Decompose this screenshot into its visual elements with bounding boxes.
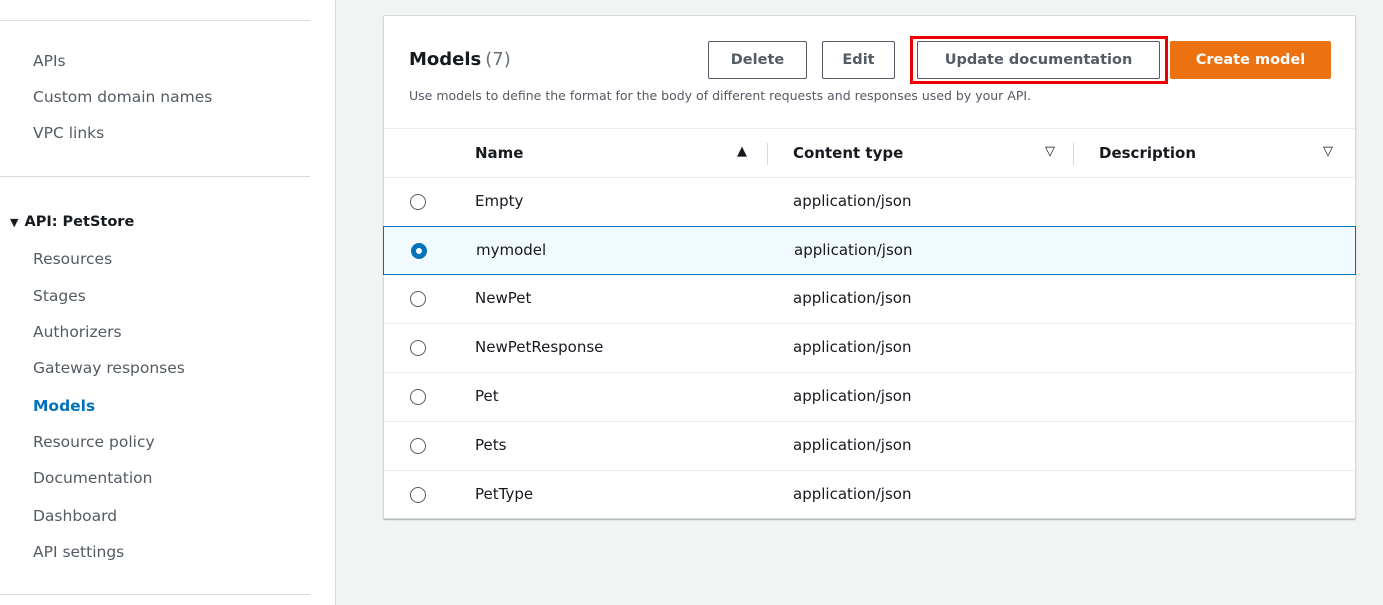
sidebar-item-gateway-responses[interactable]: Gateway responses [33, 358, 185, 378]
page-title: Models (7) [409, 49, 511, 70]
row-radio[interactable] [410, 389, 426, 405]
cell-name: Pet [475, 387, 499, 405]
cell-content-type: application/json [793, 485, 912, 503]
cell-content-type: application/json [793, 289, 912, 307]
cell-content-type: application/json [793, 192, 912, 210]
row-radio[interactable] [410, 487, 426, 503]
table-row[interactable]: PetType application/json [384, 471, 1355, 520]
sidebar-item-vpc-links[interactable]: VPC links [33, 123, 104, 143]
cell-content-type: application/json [794, 241, 913, 259]
sidebar-item-resource-policy[interactable]: Resource policy [33, 432, 155, 452]
row-radio[interactable] [410, 438, 426, 454]
cell-name: NewPet [475, 289, 532, 307]
caret-down-icon: ▼ [10, 216, 19, 229]
sort-unsorted-icon[interactable]: ▽ [1045, 144, 1055, 159]
cell-content-type: application/json [793, 436, 912, 454]
row-radio-selected[interactable] [411, 243, 427, 259]
column-separator[interactable] [1073, 143, 1074, 165]
sort-unsorted-icon[interactable]: ▽ [1323, 144, 1333, 159]
edit-button[interactable]: Edit [822, 41, 895, 79]
sidebar-item-resources[interactable]: Resources [33, 249, 112, 269]
cell-name: mymodel [476, 241, 547, 259]
table-row[interactable]: Empty application/json [384, 178, 1355, 227]
column-header-content-type[interactable]: Content type [793, 144, 903, 162]
delete-button[interactable]: Delete [708, 41, 807, 79]
sidebar-item-stages[interactable]: Stages [33, 286, 86, 306]
title-text: Models [409, 49, 482, 70]
row-radio[interactable] [410, 194, 426, 210]
cell-name: NewPetResponse [475, 338, 604, 356]
panel-description: Use models to define the format for the … [409, 88, 1032, 103]
sidebar-divider [0, 176, 310, 177]
table-row[interactable]: NewPetResponse application/json [384, 324, 1355, 373]
cell-name: PetType [475, 485, 534, 503]
sidebar-item-dashboard[interactable]: Dashboard [33, 506, 117, 526]
sidebar-item-api-settings[interactable]: API settings [33, 542, 124, 562]
sidebar-divider [0, 20, 310, 21]
sidebar-divider [0, 594, 310, 595]
table-row[interactable]: NewPet application/json [384, 275, 1355, 324]
sidebar-item-authorizers[interactable]: Authorizers [33, 322, 122, 342]
sidebar-item-apis[interactable]: APIs [33, 51, 66, 71]
update-documentation-button[interactable]: Update documentation [917, 41, 1160, 79]
row-radio[interactable] [410, 291, 426, 307]
panel-header: Models (7) Use models to define the forma… [384, 16, 1355, 129]
sidebar-section-api-petstore[interactable]: ▼ API: PetStore [10, 212, 134, 233]
table-row[interactable]: Pets application/json [384, 422, 1355, 471]
table-header: Name ▲ Content type ▽ Description ▽ [384, 130, 1355, 178]
table-row-selected[interactable]: mymodel application/json [383, 226, 1356, 275]
sidebar: APIs Custom domain names VPC links ▼ API:… [0, 0, 336, 605]
create-model-button[interactable]: Create model [1170, 41, 1331, 79]
cell-content-type: application/json [793, 387, 912, 405]
models-count: (7) [485, 49, 511, 70]
models-panel: Models (7) Use models to define the forma… [383, 15, 1356, 519]
cell-name: Empty [475, 192, 524, 210]
column-header-name[interactable]: Name [475, 144, 523, 162]
sidebar-item-custom-domain-names[interactable]: Custom domain names [33, 87, 212, 107]
sidebar-section-title: API: PetStore [24, 214, 135, 230]
table-row[interactable]: Pet application/json [384, 373, 1355, 422]
row-radio[interactable] [410, 340, 426, 356]
sidebar-item-models[interactable]: Models [33, 396, 95, 416]
cell-content-type: application/json [793, 338, 912, 356]
cell-name: Pets [475, 436, 507, 454]
column-header-description[interactable]: Description [1099, 144, 1196, 162]
sidebar-item-documentation[interactable]: Documentation [33, 468, 153, 488]
column-separator[interactable] [767, 143, 768, 165]
sort-ascending-icon[interactable]: ▲ [737, 144, 747, 159]
